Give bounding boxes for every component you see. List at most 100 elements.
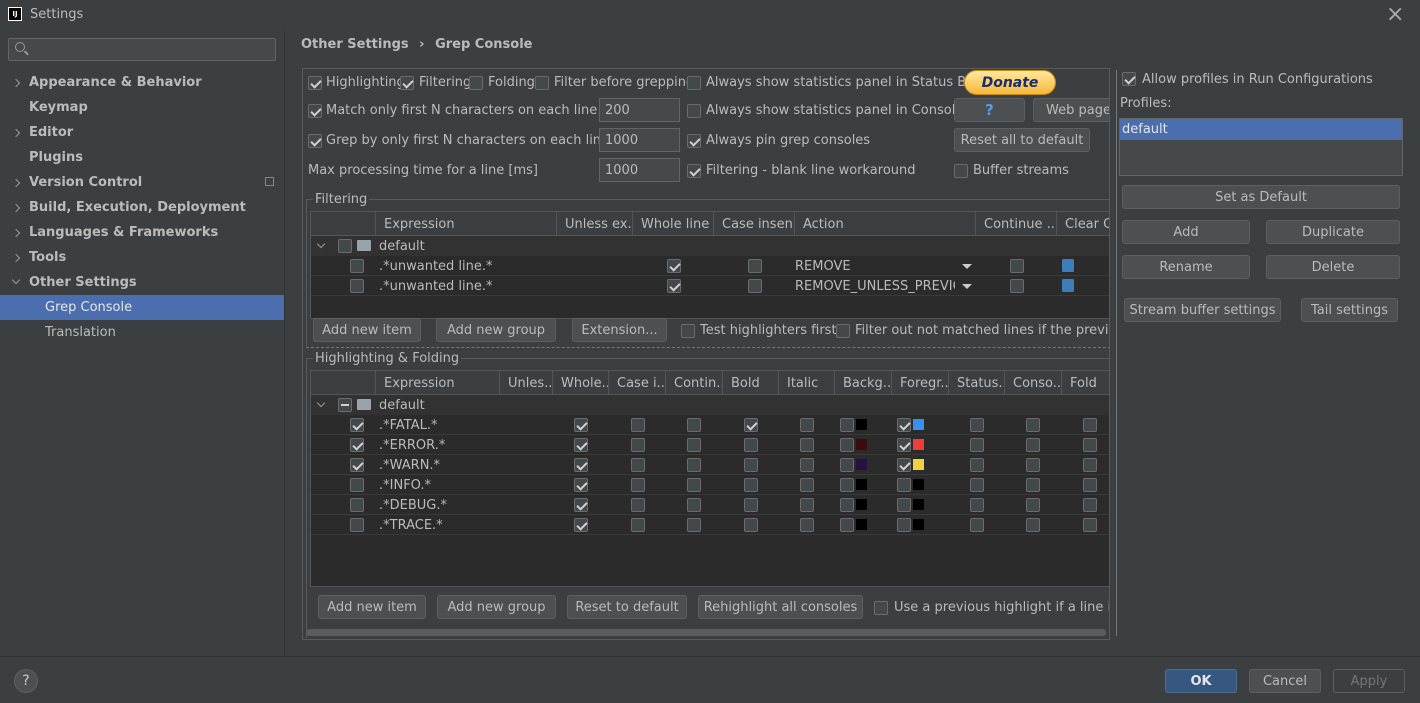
background-color-swatch[interactable] [856, 439, 867, 450]
case-checkbox[interactable] [631, 498, 645, 512]
background-checkbox[interactable] [840, 458, 854, 472]
row-enabled-checkbox[interactable] [350, 418, 364, 432]
whole-line-checkbox[interactable] [574, 438, 588, 452]
match-first-n-field[interactable]: 200 [599, 98, 680, 122]
fold-checkbox[interactable] [1083, 478, 1097, 492]
italic-checkbox[interactable] [800, 498, 814, 512]
fold-checkbox[interactable] [1083, 458, 1097, 472]
table-row[interactable]: .*INFO.* [311, 475, 1109, 495]
continue-checkbox[interactable] [687, 518, 701, 532]
row-enabled-checkbox[interactable] [350, 458, 364, 472]
filtering-col-whole-line[interactable]: Whole line [633, 212, 714, 236]
foreground-checkbox[interactable] [897, 498, 911, 512]
hl-col-italic[interactable]: Italic [779, 371, 835, 395]
buffer-streams-checkbox[interactable] [954, 164, 968, 178]
console-checkbox[interactable] [1026, 498, 1040, 512]
row-enabled-checkbox[interactable] [350, 438, 364, 452]
tail-settings-button[interactable]: Tail settings [1301, 298, 1398, 322]
status-checkbox[interactable] [970, 438, 984, 452]
sidebar-item-other-settings[interactable]: Other Settings [0, 270, 284, 295]
continue-checkbox[interactable] [1010, 279, 1024, 293]
continue-checkbox[interactable] [687, 418, 701, 432]
hl-col-whole[interactable]: Whole... [553, 371, 609, 395]
foreground-color-swatch[interactable] [913, 479, 924, 490]
console-checkbox[interactable] [1026, 518, 1040, 532]
continue-checkbox[interactable] [1010, 259, 1024, 273]
case-checkbox[interactable] [631, 418, 645, 432]
continue-checkbox[interactable] [687, 478, 701, 492]
sidebar-item-plugins[interactable]: Plugins [0, 145, 284, 170]
filtering-add-item-button[interactable]: Add new item [313, 318, 421, 342]
background-color-swatch[interactable] [856, 459, 867, 470]
horizontal-scrollbar[interactable] [306, 629, 1106, 636]
profile-item-default[interactable]: default [1120, 119, 1402, 140]
bold-checkbox[interactable] [744, 438, 758, 452]
dropdown-arrow-icon[interactable] [962, 284, 972, 289]
italic-checkbox[interactable] [800, 438, 814, 452]
whole-line-checkbox[interactable] [667, 259, 681, 273]
continue-checkbox[interactable] [687, 458, 701, 472]
foreground-color-swatch[interactable] [913, 419, 924, 430]
table-row[interactable]: .*WARN.* [311, 455, 1109, 475]
cancel-button[interactable]: Cancel [1249, 669, 1321, 693]
extension-button[interactable]: Extension... [572, 318, 667, 342]
console-checkbox[interactable] [1026, 458, 1040, 472]
console-checkbox[interactable] [1026, 478, 1040, 492]
reset-all-button[interactable]: Reset all to default [954, 128, 1090, 152]
hl-col-unless[interactable]: Unles... [500, 371, 553, 395]
folding-checkbox[interactable] [469, 76, 483, 90]
foreground-color-swatch[interactable] [913, 499, 924, 510]
max-processing-field[interactable]: 1000 [599, 158, 680, 182]
filtering-col-action[interactable]: Action [795, 212, 976, 236]
console-checkbox[interactable] [1026, 438, 1040, 452]
hl-col-console[interactable]: Conso... [1005, 371, 1062, 395]
row-enabled-checkbox[interactable] [350, 279, 364, 293]
case-checkbox[interactable] [631, 438, 645, 452]
row-enabled-checkbox[interactable] [350, 518, 364, 532]
reset-to-default-button[interactable]: Reset to default [567, 595, 687, 619]
background-color-swatch[interactable] [856, 519, 867, 530]
row-expression[interactable]: .*FATAL.* [379, 415, 438, 435]
hl-col-expression[interactable]: Expression [376, 371, 500, 395]
background-checkbox[interactable] [840, 478, 854, 492]
panel-divider[interactable] [1116, 70, 1117, 636]
table-row[interactable]: .*unwanted line.* REMOVE_UNLESS_PREVIO..… [311, 276, 1109, 296]
case-checkbox[interactable] [631, 518, 645, 532]
background-checkbox[interactable] [840, 418, 854, 432]
case-checkbox[interactable] [748, 259, 762, 273]
bold-checkbox[interactable] [744, 478, 758, 492]
whole-line-checkbox[interactable] [574, 498, 588, 512]
filtering-add-group-button[interactable]: Add new group [436, 318, 556, 342]
italic-checkbox[interactable] [800, 478, 814, 492]
filter-out-checkbox[interactable] [836, 324, 850, 338]
filtering-checkbox[interactable] [400, 76, 414, 90]
bold-checkbox[interactable] [744, 418, 758, 432]
foreground-checkbox[interactable] [897, 478, 911, 492]
table-row[interactable]: default [311, 236, 1109, 256]
use-previous-checkbox[interactable] [874, 601, 888, 615]
fold-checkbox[interactable] [1083, 498, 1097, 512]
chevron-down-icon[interactable] [316, 398, 326, 408]
whole-line-checkbox[interactable] [574, 478, 588, 492]
whole-line-checkbox[interactable] [574, 418, 588, 432]
close-icon[interactable]: × [1386, 2, 1404, 27]
filtering-col-case[interactable]: Case insen... [714, 212, 795, 236]
background-checkbox[interactable] [840, 438, 854, 452]
sidebar-item-appearance[interactable]: Appearance & Behavior [0, 70, 284, 95]
table-row[interactable]: default [311, 395, 1109, 415]
background-checkbox[interactable] [840, 498, 854, 512]
dropdown-arrow-icon[interactable] [962, 264, 972, 269]
table-row[interactable]: .*TRACE.* [311, 515, 1109, 535]
group-checkbox[interactable] [338, 239, 352, 253]
splitter[interactable] [306, 347, 1109, 350]
console-checkbox[interactable] [1026, 418, 1040, 432]
whole-line-checkbox[interactable] [667, 279, 681, 293]
whole-line-checkbox[interactable] [574, 458, 588, 472]
case-checkbox[interactable] [748, 279, 762, 293]
stats-console-checkbox[interactable] [687, 104, 701, 118]
add-profile-button[interactable]: Add [1122, 220, 1250, 244]
table-row[interactable]: .*unwanted line.* REMOVE [311, 256, 1109, 276]
case-checkbox[interactable] [631, 478, 645, 492]
sidebar-item-editor[interactable]: Editor [0, 120, 284, 145]
blank-line-workaround-checkbox[interactable] [687, 164, 701, 178]
